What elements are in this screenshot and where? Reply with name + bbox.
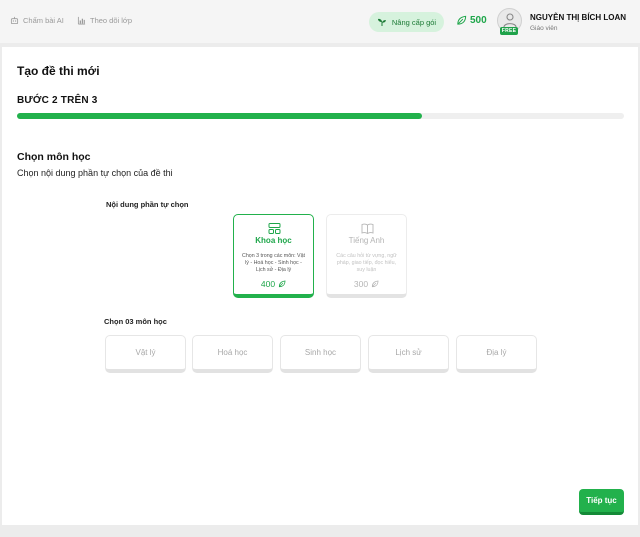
upgrade-label: Nâng cấp gói <box>391 17 437 27</box>
layout-icon <box>268 223 281 234</box>
option-card-science[interactable]: Khoa học Chọn 3 trong các môn: Vật lý - … <box>233 214 314 298</box>
upgrade-plan-button[interactable]: Nâng cấp gói <box>369 12 444 32</box>
nav-item-class-tracking[interactable]: Theo dõi lớp <box>77 16 132 25</box>
nav-item-label: Chấm bài AI <box>23 16 64 25</box>
progress-fill <box>17 113 422 119</box>
subject-physics-button[interactable]: Vật lý <box>105 335 186 373</box>
step-indicator: BƯỚC 2 TRÊN 3 <box>17 95 98 106</box>
optional-content-label: Nội dung phần tự chọn <box>106 200 189 209</box>
progress-bar <box>17 113 624 119</box>
leaf-icon <box>279 280 286 288</box>
option-price: 300 <box>327 279 406 289</box>
nav-item-label: Theo dõi lớp <box>90 16 133 25</box>
subject-chemistry-button[interactable]: Hoá học <box>192 335 273 373</box>
option-price-value: 400 <box>260 279 276 289</box>
user-name: NGUYỄN THỊ BÍCH LOAN <box>530 13 626 22</box>
user-icon <box>503 13 517 28</box>
credit-amount: 500 <box>470 15 487 26</box>
option-description: Chọn 3 trong các môn: Vật lý - Hoá học -… <box>242 253 306 273</box>
subject-biology-button[interactable]: Sinh học <box>280 335 361 373</box>
subject-geography-button[interactable]: Địa lý <box>456 335 537 373</box>
chart-icon <box>77 16 86 25</box>
top-bar: Chấm bài AI Theo dõi lớp Nâng cấp gói 50… <box>0 0 640 43</box>
option-price: 400 <box>234 279 313 289</box>
robot-icon <box>10 16 19 25</box>
credit-balance: 500 <box>456 15 487 26</box>
sprout-icon <box>377 18 386 26</box>
leaf-icon <box>372 280 379 288</box>
user-role: Giáo viên <box>530 25 558 32</box>
option-title: Khoa học <box>255 236 292 245</box>
option-description: Các câu hỏi từ vựng, ngữ pháp, giao tiếp… <box>336 253 397 273</box>
subject-history-button[interactable]: Lịch sử <box>368 335 449 373</box>
leaf-icon <box>457 15 467 25</box>
section-title: Chọn môn học <box>17 151 91 163</box>
page-title: Tạo đề thi mới <box>17 64 100 78</box>
plan-badge: FREE <box>500 27 518 35</box>
nav-item-ai-grading[interactable]: Chấm bài AI <box>10 16 64 25</box>
continue-button[interactable]: Tiếp tục <box>579 489 624 515</box>
book-icon <box>361 223 374 235</box>
choose-subjects-label: Chọn 03 môn học <box>104 317 167 326</box>
section-subtitle: Chọn nội dung phần tự chọn của đề thi <box>17 168 173 178</box>
option-title: Tiếng Anh <box>348 236 385 245</box>
option-card-english[interactable]: Tiếng Anh Các câu hỏi từ vựng, ngữ pháp,… <box>326 214 407 298</box>
option-price-value: 300 <box>353 279 369 289</box>
